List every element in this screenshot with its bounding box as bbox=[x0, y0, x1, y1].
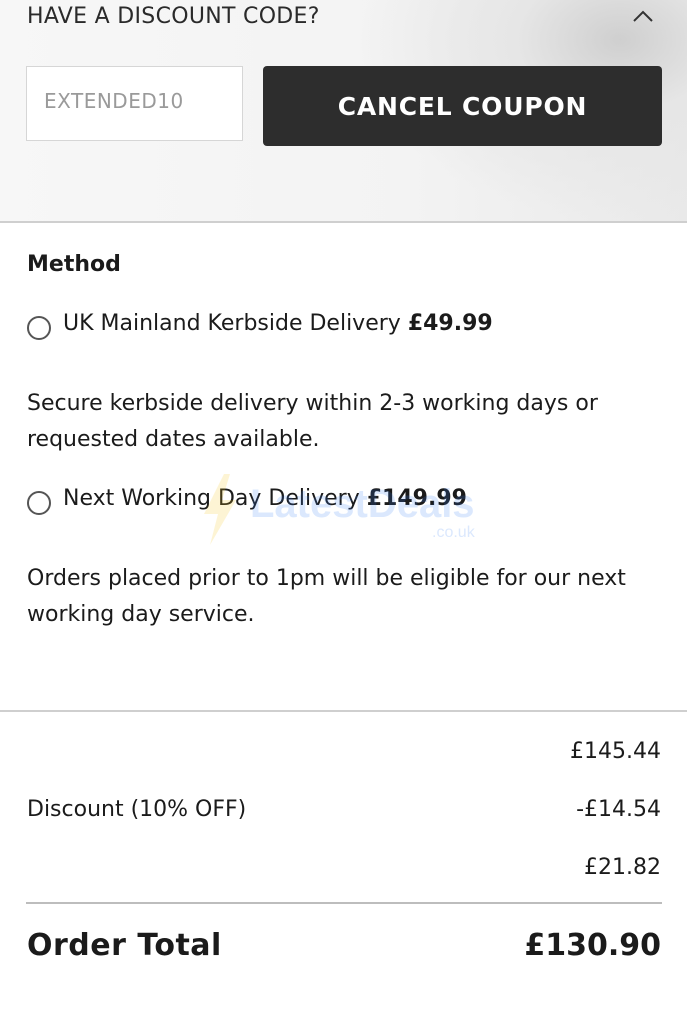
kerbside-delivery-radio[interactable] bbox=[27, 316, 51, 340]
coupon-code-input[interactable]: EXTENDED10 bbox=[26, 66, 243, 141]
discount-label: Discount (10% OFF) bbox=[27, 797, 247, 822]
discount-code-toggle[interactable]: HAVE A DISCOUNT CODE? bbox=[27, 4, 320, 29]
kerbside-delivery-price: £49.99 bbox=[407, 311, 493, 336]
discount-value: -£14.54 bbox=[576, 797, 661, 822]
next-day-delivery-price: £149.99 bbox=[366, 486, 467, 511]
next-day-delivery-name: Next Working Day Delivery bbox=[63, 486, 360, 511]
kerbside-delivery-option[interactable]: UK Mainland Kerbside Delivery £49.99 bbox=[63, 311, 493, 336]
next-day-delivery-option[interactable]: Next Working Day Delivery £149.99 bbox=[63, 486, 467, 511]
kerbside-delivery-name: UK Mainland Kerbside Delivery bbox=[63, 311, 401, 336]
cancel-coupon-button[interactable]: CANCEL COUPON bbox=[263, 66, 662, 146]
order-total-label: Order Total bbox=[27, 928, 222, 963]
order-total-value: £130.90 bbox=[524, 928, 661, 963]
section-divider bbox=[0, 710, 687, 712]
section-divider bbox=[0, 221, 687, 223]
next-day-delivery-description: Orders placed prior to 1pm will be eligi… bbox=[27, 566, 626, 627]
next-day-delivery-radio[interactable] bbox=[27, 491, 51, 515]
watermark-subtext: .co.uk bbox=[432, 524, 475, 541]
shipping-method-heading: Method bbox=[27, 252, 121, 277]
watermark-logo: LatestDeals .co.uk bbox=[200, 472, 500, 552]
subtotal-value: £145.44 bbox=[570, 739, 661, 764]
kerbside-delivery-description: Secure kerbside delivery within 2-3 work… bbox=[27, 391, 598, 452]
shipping-cost-value: £21.82 bbox=[584, 855, 661, 880]
chevron-up-icon[interactable] bbox=[632, 8, 654, 24]
total-divider bbox=[26, 902, 662, 904]
